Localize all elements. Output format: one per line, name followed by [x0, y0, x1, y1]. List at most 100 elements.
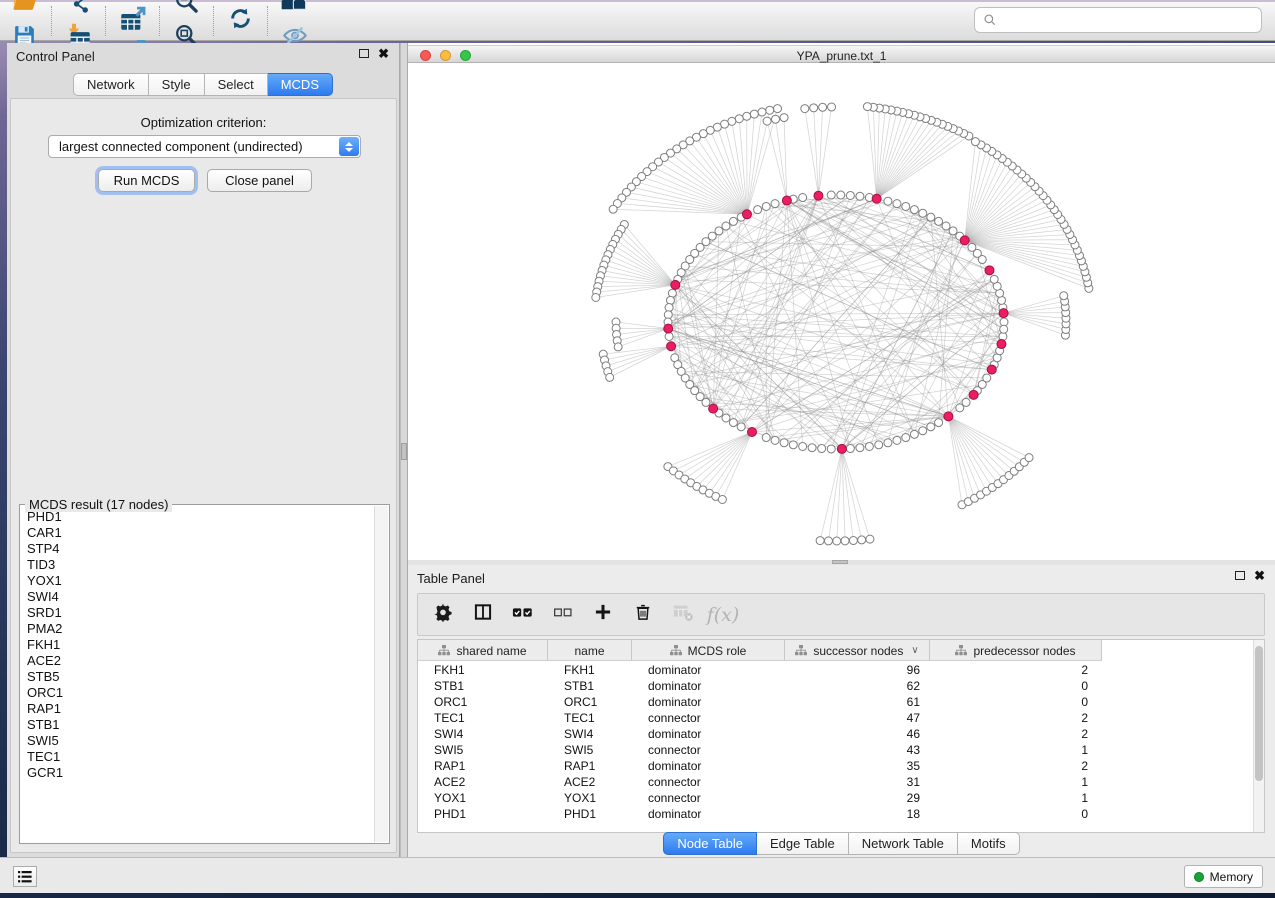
network-node[interactable]	[729, 217, 737, 225]
memory-button[interactable]: Memory	[1184, 865, 1263, 888]
network-node[interactable]	[762, 434, 770, 442]
network-node[interactable]	[771, 200, 779, 208]
export-table-button[interactable]	[112, 4, 153, 38]
splitter-grip[interactable]	[401, 443, 407, 460]
mcds-result-item[interactable]: RAP1	[27, 701, 374, 717]
network-node[interactable]	[771, 436, 779, 444]
network-node[interactable]	[875, 441, 883, 449]
dominator-node[interactable]	[748, 427, 757, 436]
mcds-result-item[interactable]: FKH1	[27, 637, 374, 653]
dominator-node[interactable]	[667, 342, 676, 351]
table-cell[interactable]: ORC1	[418, 695, 548, 709]
table-cell[interactable]: FKH1	[418, 663, 548, 677]
tab-motifs[interactable]: Motifs	[958, 832, 1020, 855]
table-cell[interactable]: 43	[785, 743, 930, 757]
table-cell[interactable]: 61	[785, 695, 930, 709]
first-neighbors-button[interactable]	[274, 0, 315, 21]
table-row[interactable]: SWI5SWI5connector431	[418, 742, 1108, 758]
refresh-button[interactable]	[220, 4, 261, 38]
leaf-node[interactable]	[819, 103, 827, 111]
table-cell[interactable]: 35	[785, 759, 930, 773]
dominator-node[interactable]	[671, 280, 680, 289]
network-node[interactable]	[935, 217, 943, 225]
network-node[interactable]	[902, 434, 910, 442]
table-row[interactable]: YOX1YOX1connector291	[418, 790, 1108, 806]
mcds-result-item[interactable]: ACE2	[27, 653, 374, 669]
network-node[interactable]	[968, 243, 976, 251]
column-header-shared-name[interactable]: shared name	[418, 640, 548, 661]
table-cell[interactable]: dominator	[632, 695, 785, 709]
dominator-node[interactable]	[987, 365, 996, 374]
table-cell[interactable]: 2	[930, 727, 1102, 741]
table-row[interactable]: TEC1TEC1connector472	[418, 710, 1108, 726]
leaf-node[interactable]	[858, 536, 866, 544]
table-cell[interactable]: 2	[930, 759, 1102, 773]
tab-node-table[interactable]: Node Table	[663, 832, 757, 855]
table-cell[interactable]: 0	[930, 695, 1102, 709]
search-input[interactable]	[1003, 12, 1261, 29]
leaf-node[interactable]	[735, 115, 743, 123]
network-node[interactable]	[729, 419, 737, 427]
select-all-button[interactable]	[510, 602, 536, 628]
network-node[interactable]	[665, 332, 673, 340]
table-cell[interactable]: SWI5	[548, 743, 632, 757]
network-node[interactable]	[893, 200, 901, 208]
table-cell[interactable]: 2	[930, 663, 1102, 677]
table-cell[interactable]: 2	[930, 711, 1102, 725]
leaf-node[interactable]	[816, 537, 824, 545]
table-cell[interactable]: SWI4	[548, 727, 632, 741]
column-header-successor-nodes[interactable]: successor nodes∨	[785, 640, 930, 661]
table-cell[interactable]: SWI4	[418, 727, 548, 741]
import-network-button[interactable]	[58, 0, 99, 21]
leaf-node[interactable]	[833, 537, 841, 545]
mcds-result-item[interactable]: PMA2	[27, 621, 374, 637]
network-graph-canvas[interactable]	[408, 64, 1275, 558]
table-row[interactable]: ORC1ORC1dominator610	[418, 694, 1108, 710]
mcds-result-item[interactable]: TEC1	[27, 749, 374, 765]
network-node[interactable]	[789, 441, 797, 449]
table-options-gear-button[interactable]	[430, 602, 456, 628]
leaf-node[interactable]	[863, 103, 871, 111]
table-row[interactable]: PHD1PHD1dominator180	[418, 806, 1108, 822]
network-node[interactable]	[737, 423, 745, 431]
leaf-node[interactable]	[849, 537, 857, 545]
table-cell[interactable]: 18	[785, 807, 930, 821]
network-node[interactable]	[962, 398, 970, 406]
table-cell[interactable]: PHD1	[548, 807, 632, 821]
mcds-result-scrollbar[interactable]	[374, 506, 388, 842]
dominator-node[interactable]	[969, 390, 978, 399]
mcds-result-item[interactable]: STB1	[27, 717, 374, 733]
network-node[interactable]	[884, 439, 892, 447]
network-node[interactable]	[910, 206, 918, 214]
mcds-result-item[interactable]: GCR1	[27, 765, 374, 781]
table-cell[interactable]: dominator	[632, 679, 785, 693]
leaf-node[interactable]	[801, 105, 809, 113]
leaf-node[interactable]	[780, 114, 788, 122]
leaf-node[interactable]	[866, 535, 874, 543]
mcds-result-item[interactable]: TID3	[27, 557, 374, 573]
network-node[interactable]	[722, 414, 730, 422]
network-node[interactable]	[799, 442, 807, 450]
dominator-node[interactable]	[837, 444, 846, 453]
network-window-titlebar[interactable]: YPA_prune.txt_1	[408, 45, 1275, 63]
network-node[interactable]	[927, 213, 935, 221]
mcds-result-item[interactable]: PHD1	[27, 509, 374, 525]
network-node[interactable]	[846, 191, 854, 199]
leaf-node[interactable]	[763, 117, 771, 125]
leaf-node[interactable]	[750, 110, 758, 118]
dominator-node[interactable]	[985, 266, 994, 275]
network-node[interactable]	[754, 206, 762, 214]
network-node[interactable]	[665, 304, 673, 312]
table-cell[interactable]: RAP1	[418, 759, 548, 773]
leaf-node[interactable]	[772, 115, 780, 123]
dominator-node[interactable]	[814, 191, 823, 200]
leaf-node[interactable]	[592, 294, 600, 302]
table-cell[interactable]: 0	[930, 807, 1102, 821]
table-cell[interactable]: 96	[785, 663, 930, 677]
zoom-out-button[interactable]	[166, 0, 207, 21]
network-node[interactable]	[990, 275, 998, 283]
column-header-MCDS-role[interactable]: MCDS role	[632, 640, 785, 661]
mcds-result-item[interactable]: ORC1	[27, 685, 374, 701]
column-header-predecessor-nodes[interactable]: predecessor nodes	[930, 640, 1102, 661]
network-node[interactable]	[856, 444, 864, 452]
